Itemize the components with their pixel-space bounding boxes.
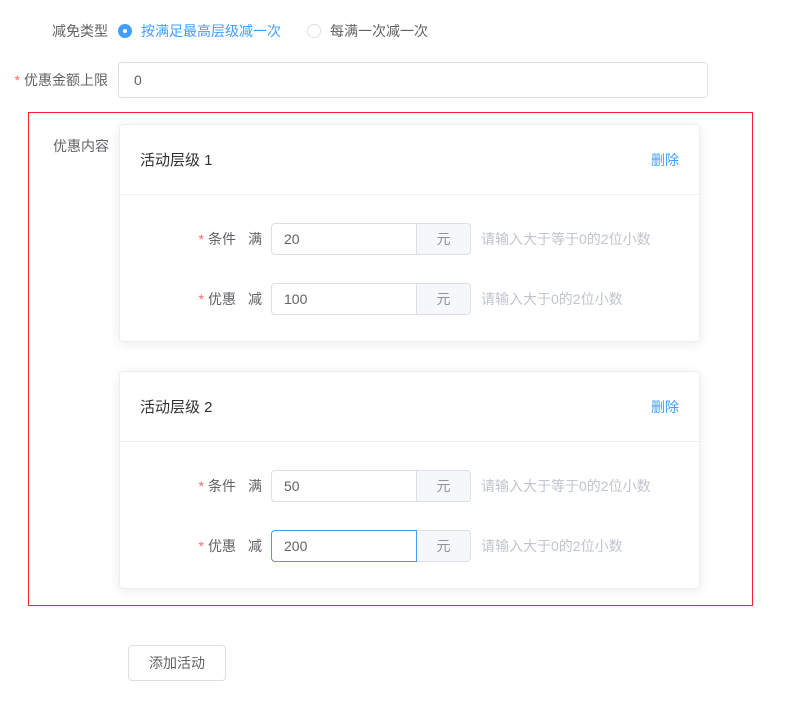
add-activity-button[interactable]: 添加活动: [128, 645, 226, 681]
condition-input-group: 元: [271, 470, 471, 502]
promotion-rule-form: 减免类型 按满足最高层级减一次 每满一次减一次 *优惠金额上限 优惠内容: [0, 20, 812, 681]
condition-label-text: 条件: [208, 478, 236, 494]
required-asterisk: *: [199, 291, 204, 307]
required-asterisk: *: [199, 478, 204, 494]
discount-field-row: *优惠 减 元 请输入大于0的2位小数: [140, 530, 679, 562]
radio-option-every-time[interactable]: 每满一次减一次: [307, 21, 428, 41]
discount-hint: 请输入大于0的2位小数: [481, 536, 623, 556]
unit-append: 元: [417, 283, 471, 315]
tier-card-1-body: *条件 满 元 请输入大于等于0的2位小数 *优惠 减: [120, 195, 699, 341]
form-row-discount-cap: *优惠金额上限: [0, 62, 812, 98]
radio-option-highest-tier[interactable]: 按满足最高层级减一次: [118, 21, 281, 41]
discount-cap-input[interactable]: [118, 62, 708, 98]
form-row-reduction-type: 减免类型 按满足最高层级减一次 每满一次减一次: [0, 20, 812, 42]
condition-label: *条件: [140, 229, 236, 249]
tier-card-2-body: *条件 满 元 请输入大于等于0的2位小数 *优惠 减: [120, 442, 699, 588]
discount-cap-label: *优惠金额上限: [0, 69, 108, 91]
unit-append: 元: [417, 223, 471, 255]
discount-cap-field: [118, 62, 708, 98]
discount-input-group: 元: [271, 530, 471, 562]
discount-label: *优惠: [140, 289, 236, 309]
radio-checked-icon[interactable]: [118, 24, 132, 38]
unit-append: 元: [417, 470, 471, 502]
discount-cap-label-text: 优惠金额上限: [24, 72, 108, 88]
reduction-type-radio-group: 按满足最高层级减一次 每满一次减一次: [118, 21, 428, 41]
radio-dot: [123, 29, 127, 33]
tier-card-2-delete-link[interactable]: 删除: [651, 397, 679, 417]
tier-card-2: 活动层级 2 删除 *条件 满 元 请输入大于等于0的2位小数: [119, 371, 700, 589]
condition-label-text: 条件: [208, 231, 236, 247]
condition-prefix: 满: [248, 229, 262, 249]
discount-hint: 请输入大于0的2位小数: [481, 289, 623, 309]
condition-label: *条件: [140, 476, 236, 496]
required-asterisk: *: [15, 72, 20, 88]
tier-card-1: 活动层级 1 删除 *条件 满 元 请输入大于等于0的2位小数: [119, 124, 700, 342]
discount-input-group: 元: [271, 283, 471, 315]
condition-hint: 请输入大于等于0的2位小数: [481, 476, 651, 496]
condition-field-row: *条件 满 元 请输入大于等于0的2位小数: [140, 223, 679, 255]
discount-content-label: 优惠内容: [29, 124, 109, 157]
discount-label-text: 优惠: [208, 538, 236, 554]
discount-content-section: 优惠内容 活动层级 1 删除 *条件 满 元: [28, 112, 753, 606]
discount-input[interactable]: [271, 283, 417, 315]
reduction-type-label: 减免类型: [0, 20, 108, 42]
tier-card-2-header: 活动层级 2 删除: [120, 372, 699, 442]
discount-label-text: 优惠: [208, 291, 236, 307]
radio-option-every-time-label[interactable]: 每满一次减一次: [330, 21, 428, 41]
tier-card-1-delete-link[interactable]: 删除: [651, 150, 679, 170]
discount-label: *优惠: [140, 536, 236, 556]
radio-option-highest-tier-label[interactable]: 按满足最高层级减一次: [141, 21, 281, 41]
required-asterisk: *: [199, 231, 204, 247]
condition-input[interactable]: [271, 223, 417, 255]
tier-card-1-title: 活动层级 1: [140, 149, 213, 170]
discount-input-focused[interactable]: [271, 530, 417, 562]
discount-prefix: 减: [248, 289, 262, 309]
tier-card-1-header: 活动层级 1 删除: [120, 125, 699, 195]
unit-append: 元: [417, 530, 471, 562]
discount-field-row: *优惠 减 元 请输入大于0的2位小数: [140, 283, 679, 315]
radio-unchecked-icon[interactable]: [307, 24, 321, 38]
tier-card-2-title: 活动层级 2: [140, 396, 213, 417]
required-asterisk: *: [199, 538, 204, 554]
condition-hint: 请输入大于等于0的2位小数: [481, 229, 651, 249]
discount-prefix: 减: [248, 536, 262, 556]
condition-prefix: 满: [248, 476, 262, 496]
condition-field-row: *条件 满 元 请输入大于等于0的2位小数: [140, 470, 679, 502]
tier-card-list: 活动层级 1 删除 *条件 满 元 请输入大于等于0的2位小数: [119, 124, 700, 589]
condition-input-group: 元: [271, 223, 471, 255]
condition-input[interactable]: [271, 470, 417, 502]
